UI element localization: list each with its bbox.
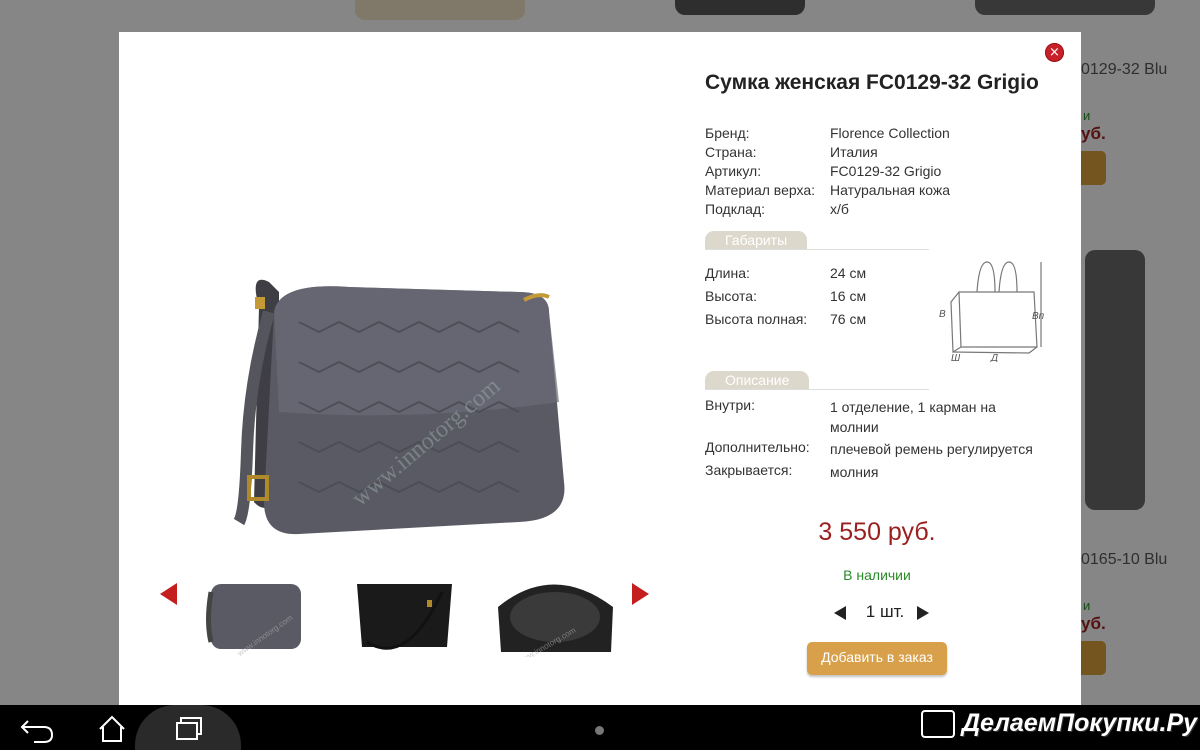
spec-value: х/б	[830, 201, 849, 217]
site-watermark: ДелаемПокупки.Ру	[962, 709, 1197, 737]
description-value: молния	[830, 464, 879, 480]
spec-label: Бренд:	[705, 125, 750, 141]
spec-label: Подклад:	[705, 201, 766, 217]
description-label: Дополнительно:	[705, 439, 810, 455]
description-label: Закрывается:	[705, 462, 793, 478]
quantity-stepper: 1 шт.	[829, 601, 939, 625]
recent-apps-icon[interactable]	[158, 705, 218, 750]
spec-label: Страна:	[705, 144, 757, 160]
spec-value: FC0129-32 Grigio	[830, 163, 942, 179]
quantity-value: 1 шт.	[865, 602, 905, 621]
sketch-label-hp: Вп	[1032, 311, 1045, 322]
dimensions-heading: Габариты	[705, 231, 808, 249]
thumbnail-prev-arrow[interactable]	[160, 583, 177, 605]
spec-label: Материал верха:	[705, 182, 816, 198]
sketch-label-l: Д	[990, 353, 998, 362]
page-indicator-dot	[595, 726, 604, 735]
dimension-value: 24 см	[830, 265, 867, 281]
dimension-label: Длина:	[705, 265, 750, 281]
spec-value: Италия	[830, 144, 878, 160]
dimensions-section-header: Габариты	[705, 231, 929, 250]
thumbnail-2[interactable]	[347, 572, 472, 657]
thumbnail-1[interactable]: www.innotorg.com	[201, 572, 326, 657]
product-price: 3 550 руб.	[818, 518, 936, 546]
home-icon[interactable]	[82, 705, 142, 750]
spec-value: Натуральная кожа	[830, 182, 951, 198]
close-icon: ×	[1049, 45, 1060, 60]
sketch-label-h: В	[939, 309, 946, 320]
description-heading: Описание	[705, 371, 810, 389]
description-row: Закрывается: молния	[705, 462, 1065, 485]
description-section-header: Описание	[705, 371, 929, 390]
description-row: Внутри: 1 отделение, 1 карман на молнии	[705, 397, 1065, 439]
description-list: Внутри: 1 отделение, 1 карман на молнии Д…	[705, 397, 1065, 485]
dimension-label: Высота полная:	[705, 311, 808, 327]
sketch-label-w: Ш	[951, 353, 961, 362]
thumbnail-next-arrow[interactable]	[632, 583, 649, 605]
quantity-decrease-button[interactable]	[834, 606, 846, 620]
spec-label: Артикул:	[705, 163, 762, 179]
description-value: 1 отделение, 1 карман на молнии	[830, 399, 996, 435]
product-title: Сумка женская FC0129-32 Grigio	[705, 71, 1039, 94]
stock-status: В наличии	[843, 567, 911, 583]
dimension-label: Высота:	[705, 288, 757, 304]
description-value: плечевой ремень регулируется	[830, 441, 1033, 457]
dimension-value: 16 см	[830, 288, 867, 304]
spec-value: Florence Collection	[830, 125, 950, 141]
dimensions-sketch: В Вп Ш Д	[939, 261, 1045, 362]
add-to-order-button[interactable]: Добавить в заказ	[807, 642, 947, 675]
description-label: Внутри:	[705, 397, 755, 413]
description-row: Дополнительно: плечевой ремень регулирует…	[705, 439, 1065, 462]
back-icon[interactable]	[8, 705, 68, 750]
thumbnail-3[interactable]: www.innotorg.com	[493, 572, 618, 657]
dimension-value: 76 см	[830, 311, 867, 327]
quantity-increase-button[interactable]	[917, 606, 929, 620]
product-main-image: www.innotorg.com	[233, 279, 565, 535]
product-modal: × www.innotorg.com www.innotorg.com www.…	[119, 32, 1081, 705]
wallet-icon	[921, 710, 955, 738]
close-button[interactable]: ×	[1045, 43, 1064, 62]
